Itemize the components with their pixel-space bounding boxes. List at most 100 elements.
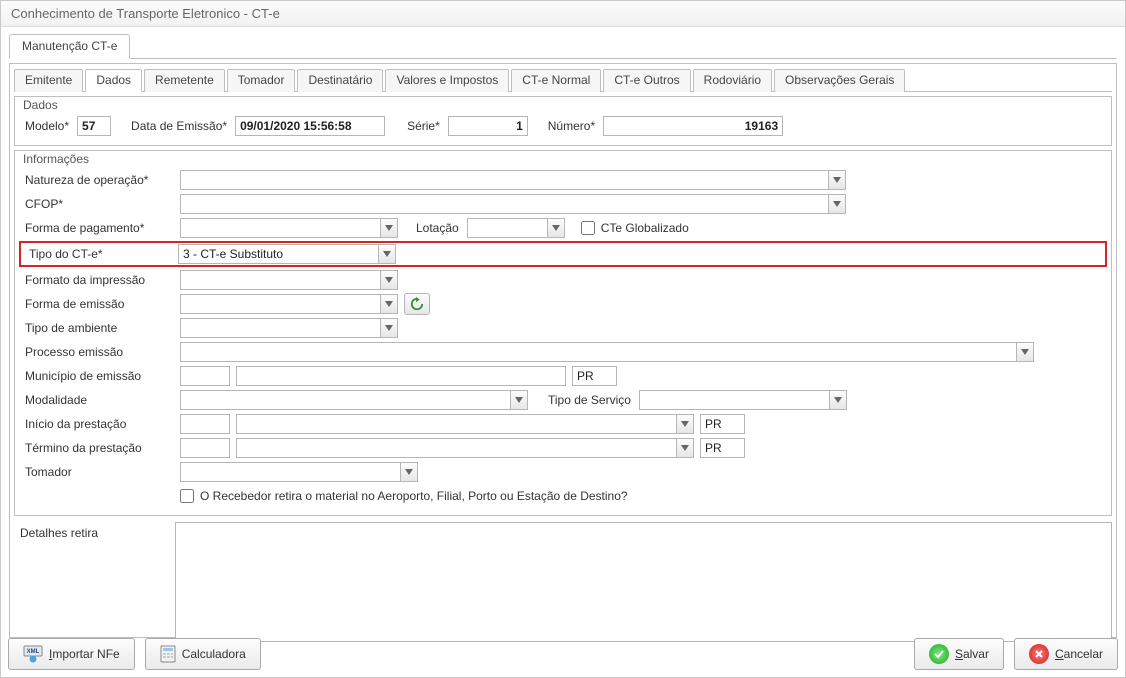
chevron-down-icon bbox=[515, 397, 523, 403]
group-dados-legend: Dados bbox=[21, 98, 1109, 112]
refresh-icon bbox=[410, 297, 424, 311]
munic-emi-code[interactable] bbox=[180, 366, 230, 386]
numero-input[interactable] bbox=[603, 116, 783, 136]
lotacao-dropdown[interactable] bbox=[547, 218, 565, 238]
importar-nfe-label: IImportar NFemportar NFe bbox=[49, 647, 120, 661]
forma-emi-refresh-button[interactable] bbox=[404, 293, 430, 315]
tipo-cte-label: Tipo do CT-e* bbox=[23, 247, 172, 261]
proc-emi-input[interactable] bbox=[180, 342, 1016, 362]
inner-tabstrip: Emitente Dados Remetente Tomador Destina… bbox=[14, 68, 1112, 92]
termino-prest-code[interactable] bbox=[180, 438, 230, 458]
close-icon bbox=[1029, 644, 1049, 664]
detalhes-row: Detalhes retira bbox=[14, 522, 1112, 642]
chevron-down-icon bbox=[833, 201, 841, 207]
numero-label: Número* bbox=[542, 119, 597, 133]
tab-remetente[interactable]: Remetente bbox=[144, 69, 225, 92]
data-emissao-input[interactable] bbox=[235, 116, 385, 136]
salvar-label: Salvar bbox=[955, 647, 989, 661]
lotacao-input[interactable] bbox=[467, 218, 547, 238]
modelo-input[interactable] bbox=[77, 116, 111, 136]
detalhes-textarea[interactable] bbox=[175, 522, 1112, 642]
forma-emi-label: Forma de emissão bbox=[19, 297, 174, 311]
chevron-down-icon bbox=[681, 421, 689, 427]
serie-label: Série* bbox=[401, 119, 442, 133]
recebedor-checkbox[interactable] bbox=[180, 489, 194, 503]
group-dados: Dados Modelo* Data de Emissão* Série* Nú… bbox=[14, 96, 1112, 146]
tipo-amb-dropdown[interactable] bbox=[380, 318, 398, 338]
inicio-prest-uf[interactable] bbox=[700, 414, 745, 434]
chevron-down-icon bbox=[385, 225, 393, 231]
salvar-button[interactable]: Salvar bbox=[914, 638, 1004, 670]
cancelar-button[interactable]: Cancelar bbox=[1014, 638, 1118, 670]
cfop-dropdown[interactable] bbox=[828, 194, 846, 214]
inicio-prest-desc[interactable] bbox=[236, 414, 676, 434]
tipo-cte-dropdown[interactable] bbox=[378, 244, 396, 264]
tab-emitente[interactable]: Emitente bbox=[14, 69, 83, 92]
forma-pag-label: Forma de pagamento* bbox=[19, 221, 174, 235]
check-icon bbox=[929, 644, 949, 664]
forma-pag-input[interactable] bbox=[180, 218, 380, 238]
formato-imp-input[interactable] bbox=[180, 270, 380, 290]
chevron-down-icon bbox=[385, 277, 393, 283]
chevron-down-icon bbox=[385, 325, 393, 331]
xml-file-icon: XML bbox=[23, 645, 43, 663]
modalidade-dropdown[interactable] bbox=[510, 390, 528, 410]
termino-prest-desc[interactable] bbox=[236, 438, 676, 458]
tipo-servico-dropdown[interactable] bbox=[829, 390, 847, 410]
lotacao-label: Lotação bbox=[410, 221, 461, 235]
chevron-down-icon bbox=[1021, 349, 1029, 355]
modelo-label: Modelo* bbox=[19, 119, 71, 133]
chevron-down-icon bbox=[383, 251, 391, 257]
cte-global-checkbox[interactable] bbox=[581, 221, 595, 235]
tipo-amb-input[interactable] bbox=[180, 318, 380, 338]
tomador-form-input[interactable] bbox=[180, 462, 400, 482]
group-info-legend: Informações bbox=[21, 152, 1109, 166]
tab-cte-outros[interactable]: CT-e Outros bbox=[603, 69, 690, 92]
tab-cte-normal[interactable]: CT-e Normal bbox=[511, 69, 601, 92]
munic-emi-uf[interactable] bbox=[572, 366, 617, 386]
munic-emi-label: Município de emissão bbox=[19, 369, 174, 383]
munic-emi-desc[interactable] bbox=[236, 366, 566, 386]
tab-tomador[interactable]: Tomador bbox=[227, 69, 296, 92]
natureza-input[interactable] bbox=[180, 170, 828, 190]
inicio-prest-code[interactable] bbox=[180, 414, 230, 434]
formato-imp-label: Formato da impressão bbox=[19, 273, 174, 287]
tab-manutencao[interactable]: Manutenção CT-e bbox=[9, 34, 130, 59]
inicio-prest-label: Início da prestação bbox=[19, 417, 174, 431]
termino-prest-dropdown[interactable] bbox=[676, 438, 694, 458]
detalhes-label: Detalhes retira bbox=[14, 522, 169, 540]
outer-tabstrip: Manutenção CT-e bbox=[9, 33, 1117, 59]
chevron-down-icon bbox=[405, 469, 413, 475]
cancelar-label: Cancelar bbox=[1055, 647, 1103, 661]
tipo-servico-label: Tipo de Serviço bbox=[542, 393, 633, 407]
forma-emi-dropdown[interactable] bbox=[380, 294, 398, 314]
tab-destinatario[interactable]: Destinatário bbox=[297, 69, 383, 92]
forma-pag-dropdown[interactable] bbox=[380, 218, 398, 238]
chevron-down-icon bbox=[834, 397, 842, 403]
tab-valores[interactable]: Valores e Impostos bbox=[385, 69, 509, 92]
modalidade-input[interactable] bbox=[180, 390, 510, 410]
tab-dados[interactable]: Dados bbox=[85, 69, 142, 92]
natureza-dropdown[interactable] bbox=[828, 170, 846, 190]
tab-rodoviario[interactable]: Rodoviário bbox=[693, 69, 772, 92]
tab-observacoes[interactable]: Observações Gerais bbox=[774, 69, 905, 92]
termino-prest-uf[interactable] bbox=[700, 438, 745, 458]
tipo-cte-input[interactable] bbox=[178, 244, 378, 264]
tipo-servico-input[interactable] bbox=[639, 390, 829, 410]
serie-input[interactable] bbox=[448, 116, 528, 136]
importar-nfe-button[interactable]: XML IImportar NFemportar NFe bbox=[8, 638, 135, 670]
tomador-form-dropdown[interactable] bbox=[400, 462, 418, 482]
formato-imp-dropdown[interactable] bbox=[380, 270, 398, 290]
inicio-prest-dropdown[interactable] bbox=[676, 414, 694, 434]
cte-global-label: CTe Globalizado bbox=[601, 221, 689, 235]
modalidade-label: Modalidade bbox=[19, 393, 174, 407]
termino-prest-label: Término da prestação bbox=[19, 441, 174, 455]
cfop-input[interactable] bbox=[180, 194, 828, 214]
window-title: Conhecimento de Transporte Eletronico - … bbox=[1, 1, 1125, 27]
tomador-form-label: Tomador bbox=[19, 465, 174, 479]
calculadora-button[interactable]: Calculadora bbox=[145, 638, 261, 670]
chevron-down-icon bbox=[681, 445, 689, 451]
forma-emi-input[interactable] bbox=[180, 294, 380, 314]
proc-emi-dropdown[interactable] bbox=[1016, 342, 1034, 362]
svg-text:XML: XML bbox=[27, 649, 40, 655]
